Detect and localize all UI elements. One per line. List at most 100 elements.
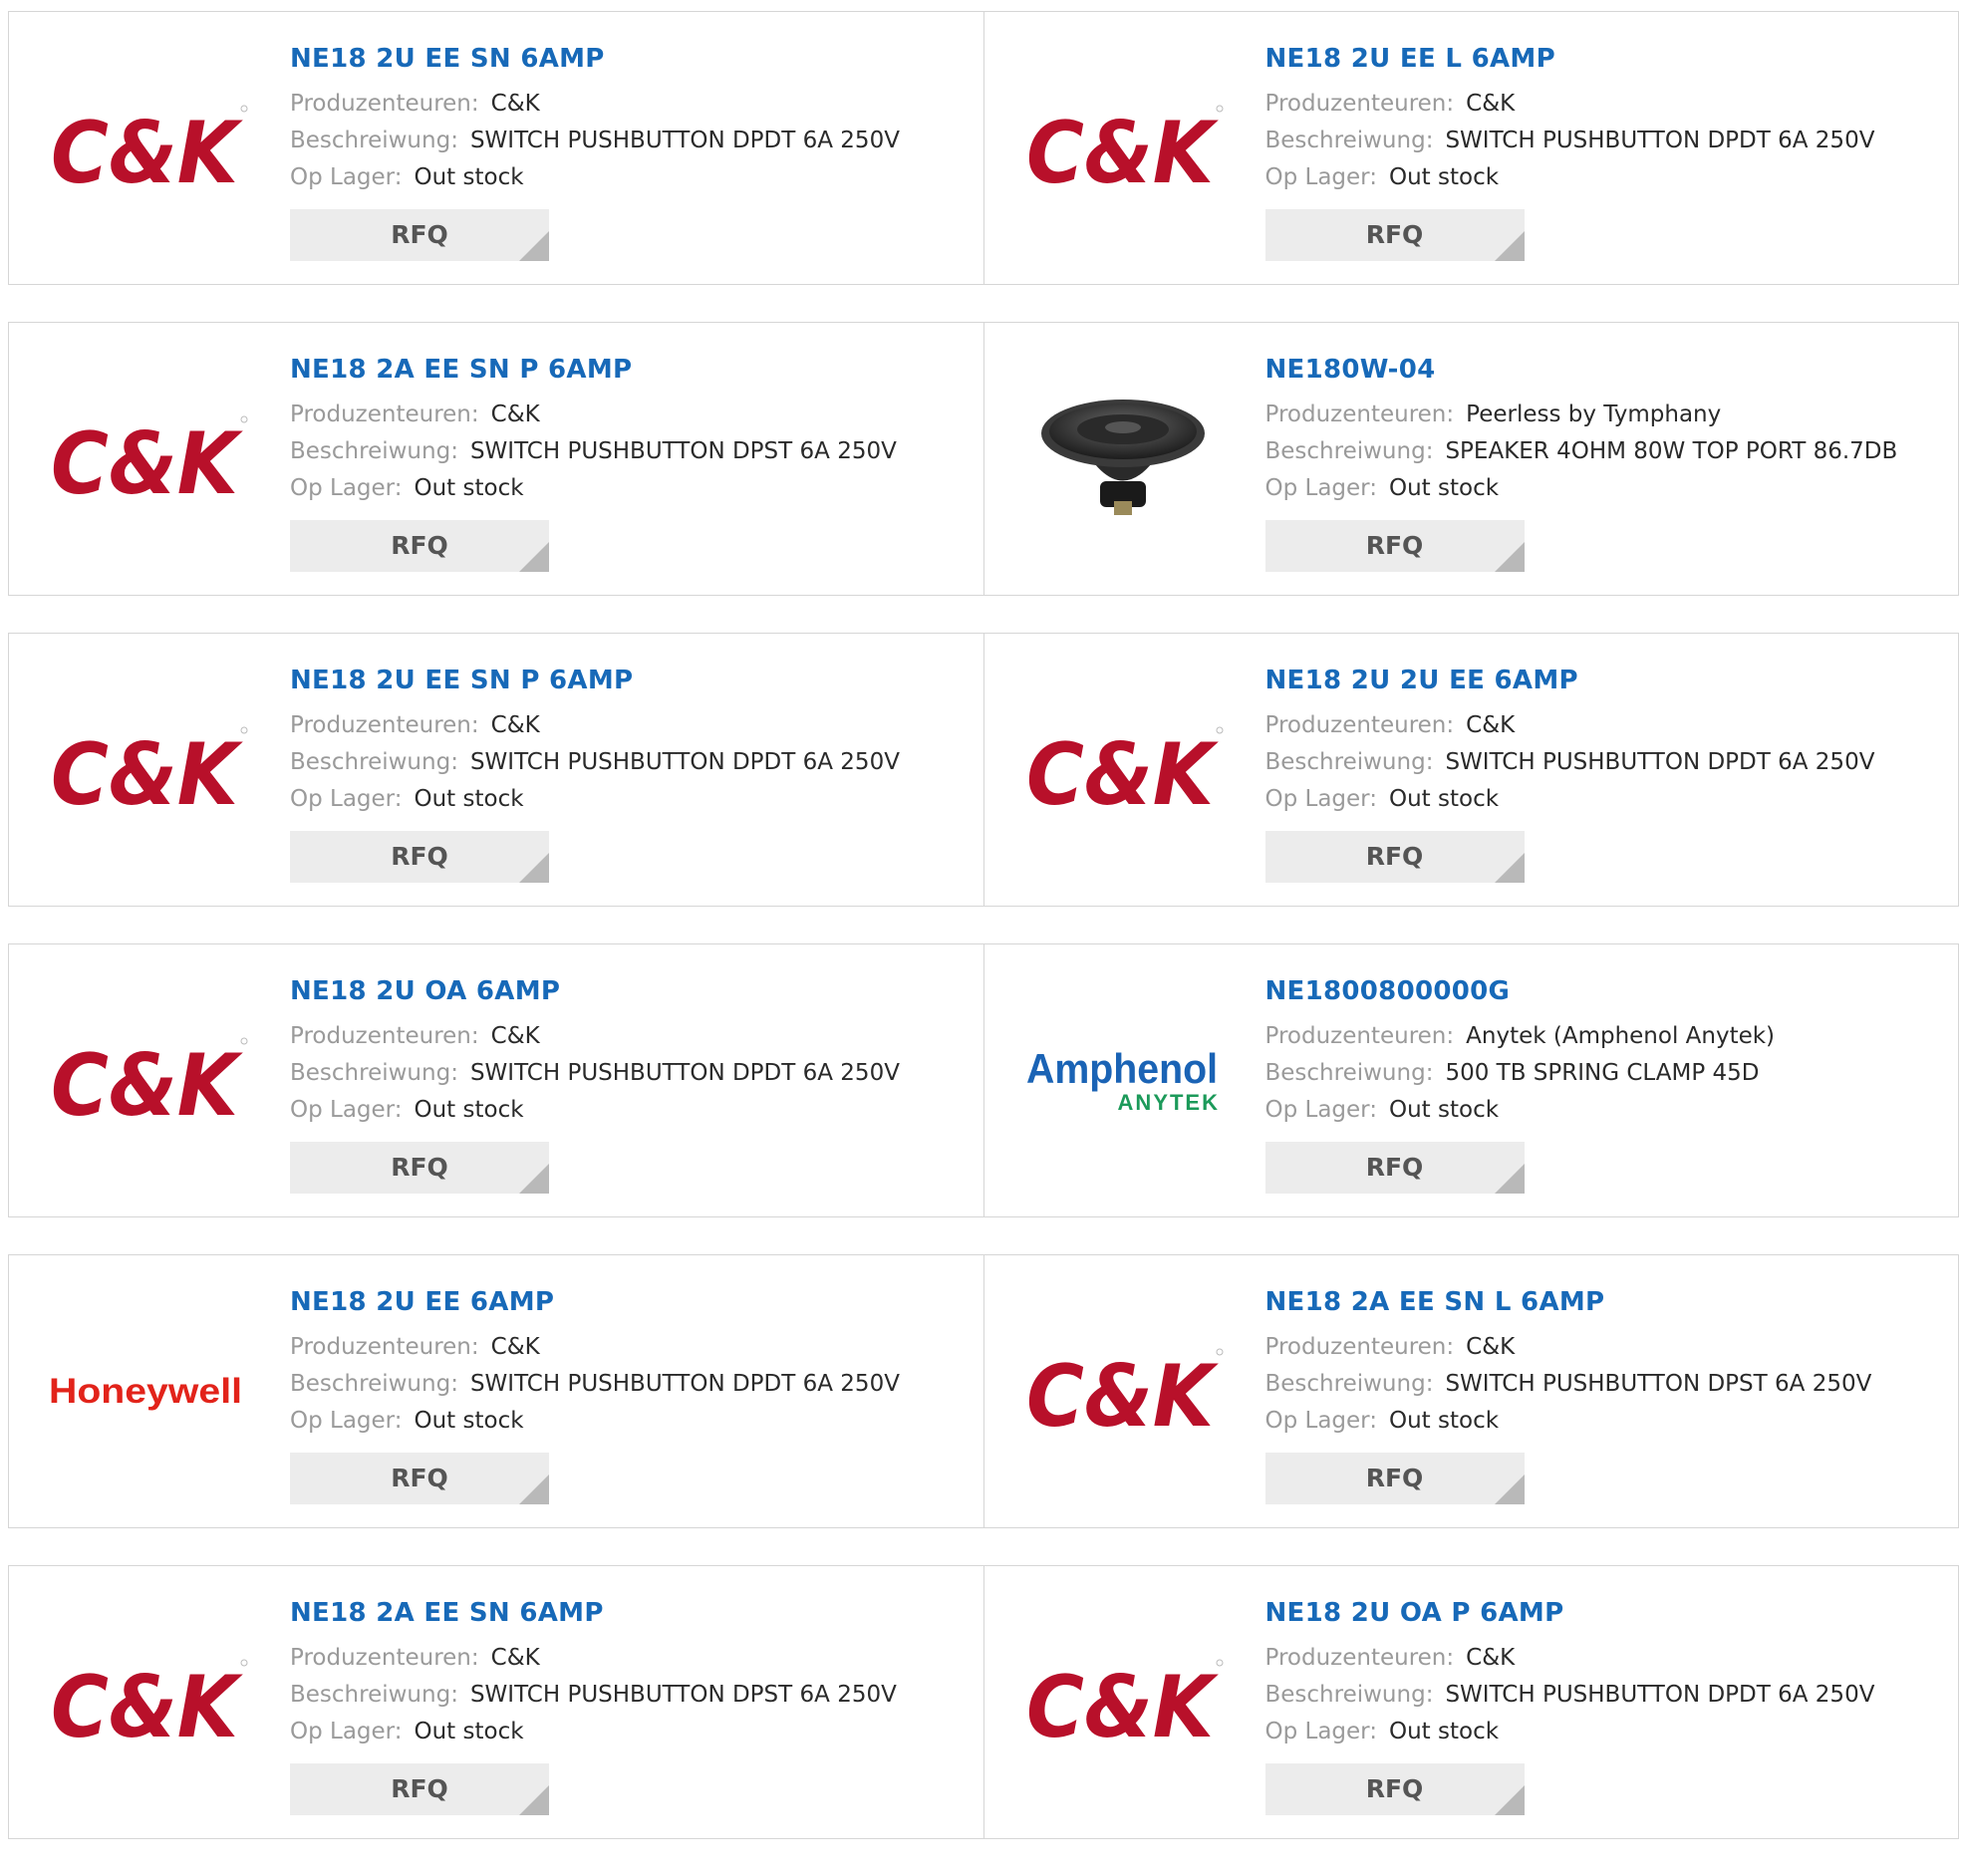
rfq-button[interactable]: RFQ bbox=[290, 520, 549, 572]
stock-row: Op Lager: Out stock bbox=[290, 470, 974, 507]
manufacturer-value: C&K bbox=[1466, 91, 1516, 117]
product-info: NE18 2A EE SN P 6AMP Produzenteuren: C&K … bbox=[290, 353, 974, 572]
rfq-label: RFQ bbox=[1365, 531, 1424, 560]
ck-logo-text: C&K bbox=[51, 1036, 243, 1135]
product-name-link[interactable]: NE18 2U EE SN 6AMP bbox=[290, 42, 974, 76]
ck-logo-text: C&K bbox=[1026, 1347, 1219, 1446]
description-label: Beschreiwung: bbox=[1264, 1371, 1434, 1397]
speaker-image[interactable] bbox=[1022, 379, 1224, 538]
manufacturer-logo[interactable]: C&K bbox=[1022, 1622, 1224, 1781]
manufacturer-value: C&K bbox=[1466, 712, 1516, 738]
product-name-link[interactable]: NE18 2U EE L 6AMP bbox=[1265, 42, 1949, 76]
rfq-button[interactable]: RFQ bbox=[1264, 1763, 1525, 1815]
product-name-link[interactable]: NE18 2U 2U EE 6AMP bbox=[1265, 664, 1949, 697]
rfq-button[interactable]: RFQ bbox=[1264, 1453, 1525, 1504]
description-row: Beschreiwung: SWITCH PUSHBUTTON DPDT 6A 2… bbox=[290, 1055, 974, 1092]
honeywell-logo-text: Honeywell bbox=[49, 1372, 242, 1411]
corner-fold-icon bbox=[519, 853, 549, 883]
rfq-button[interactable]: RFQ bbox=[290, 831, 549, 883]
description-value: SPEAKER 4OHM 80W TOP PORT 86.7DB bbox=[1445, 438, 1898, 464]
product-card: C&K NE18 2U EE L 6AMP Produzenteuren: C&K… bbox=[982, 12, 1959, 284]
ck-logo-text: C&K bbox=[1026, 1658, 1219, 1756]
manufacturer-logo[interactable]: C&K bbox=[1022, 689, 1224, 849]
product-grid: C&K NE18 2U EE SN 6AMP Produzenteuren: C&… bbox=[8, 11, 1959, 1876]
stock-label: Op Lager: bbox=[290, 475, 403, 501]
product-card: Amphenol ANYTEK NE1800800000G Produzenteu… bbox=[982, 944, 1959, 1216]
rfq-label: RFQ bbox=[1365, 1774, 1424, 1803]
manufacturer-logo[interactable]: Amphenol ANYTEK bbox=[1022, 1000, 1224, 1160]
manufacturer-label: Produzenteuren: bbox=[1264, 1645, 1455, 1671]
manufacturer-row: Produzenteuren: C&K bbox=[290, 86, 974, 123]
product-info: NE18 2U EE SN 6AMP Produzenteuren: C&K Be… bbox=[290, 42, 974, 261]
description-value: SWITCH PUSHBUTTON DPDT 6A 250V bbox=[469, 128, 900, 153]
description-label: Beschreiwung: bbox=[1264, 1682, 1434, 1708]
product-name-link[interactable]: NE180W-04 bbox=[1265, 353, 1949, 387]
stock-label: Op Lager: bbox=[1264, 1408, 1377, 1434]
manufacturer-logo[interactable]: C&K bbox=[1022, 1311, 1224, 1471]
description-label: Beschreiwung: bbox=[1264, 438, 1434, 464]
description-value: SWITCH PUSHBUTTON DPST 6A 250V bbox=[469, 438, 897, 464]
description-label: Beschreiwung: bbox=[1264, 1060, 1434, 1086]
product-row: C&K NE18 2U EE SN 6AMP Produzenteuren: C&… bbox=[8, 11, 1959, 285]
rfq-button[interactable]: RFQ bbox=[290, 1453, 549, 1504]
manufacturer-value: C&K bbox=[1466, 1334, 1516, 1360]
description-label: Beschreiwung: bbox=[290, 749, 458, 775]
product-name-link[interactable]: NE18 2A EE SN P 6AMP bbox=[290, 353, 974, 387]
product-info: NE18 2U EE 6AMP Produzenteuren: C&K Besch… bbox=[290, 1285, 974, 1504]
description-row: Beschreiwung: SWITCH PUSHBUTTON DPDT 6A 2… bbox=[1265, 744, 1949, 781]
description-value: SWITCH PUSHBUTTON DPDT 6A 250V bbox=[469, 749, 900, 775]
description-row: Beschreiwung: SWITCH PUSHBUTTON DPDT 6A 2… bbox=[290, 123, 974, 159]
corner-fold-icon bbox=[519, 1785, 549, 1815]
rfq-button[interactable]: RFQ bbox=[1264, 831, 1525, 883]
rfq-button[interactable]: RFQ bbox=[290, 1142, 549, 1194]
stock-row: Op Lager: Out stock bbox=[290, 1092, 974, 1129]
stock-value: Out stock bbox=[1388, 475, 1500, 501]
product-name-link[interactable]: NE18 2U OA P 6AMP bbox=[1265, 1596, 1949, 1630]
manufacturer-logo[interactable]: C&K bbox=[47, 1622, 248, 1781]
stock-value: Out stock bbox=[414, 1097, 524, 1123]
stock-value: Out stock bbox=[414, 786, 524, 812]
rfq-button[interactable]: RFQ bbox=[1264, 520, 1525, 572]
rfq-button[interactable]: RFQ bbox=[1264, 1142, 1525, 1194]
stock-row: Op Lager: Out stock bbox=[290, 159, 974, 196]
product-card: C&K NE18 2U OA 6AMP Produzenteuren: C&K B… bbox=[9, 944, 983, 1216]
corner-fold-icon bbox=[519, 231, 549, 261]
manufacturer-logo[interactable]: C&K bbox=[47, 1000, 248, 1160]
description-value: 500 TB SPRING CLAMP 45D bbox=[1445, 1060, 1760, 1086]
manufacturer-logo[interactable]: C&K bbox=[47, 379, 248, 538]
description-label: Beschreiwung: bbox=[290, 128, 458, 153]
description-value: SWITCH PUSHBUTTON DPDT 6A 250V bbox=[1445, 749, 1875, 775]
description-value: SWITCH PUSHBUTTON DPDT 6A 250V bbox=[1445, 128, 1875, 153]
corner-fold-icon bbox=[1494, 1164, 1525, 1194]
description-label: Beschreiwung: bbox=[1264, 128, 1434, 153]
rfq-button[interactable]: RFQ bbox=[1264, 209, 1525, 261]
product-name-link[interactable]: NE18 2U OA 6AMP bbox=[290, 974, 974, 1008]
product-name-link[interactable]: NE18 2U EE SN P 6AMP bbox=[290, 664, 974, 697]
ck-logo-text: C&K bbox=[1026, 104, 1219, 202]
product-name-link[interactable]: NE18 2A EE SN 6AMP bbox=[290, 1596, 974, 1630]
stock-value: Out stock bbox=[414, 1408, 524, 1434]
rfq-label: RFQ bbox=[391, 1774, 448, 1803]
corner-fold-icon bbox=[519, 1474, 549, 1504]
product-name-link[interactable]: NE1800800000G bbox=[1265, 974, 1949, 1008]
description-value: SWITCH PUSHBUTTON DPST 6A 250V bbox=[469, 1682, 897, 1708]
rfq-button[interactable]: RFQ bbox=[290, 1763, 549, 1815]
description-value: SWITCH PUSHBUTTON DPDT 6A 250V bbox=[1445, 1682, 1875, 1708]
manufacturer-row: Produzenteuren: C&K bbox=[290, 707, 974, 744]
stock-label: Op Lager: bbox=[1264, 1719, 1377, 1744]
manufacturer-row: Produzenteuren: C&K bbox=[1265, 707, 1949, 744]
manufacturer-value: C&K bbox=[490, 712, 540, 738]
manufacturer-logo[interactable]: C&K bbox=[1022, 68, 1224, 227]
manufacturer-label: Produzenteuren: bbox=[290, 1334, 479, 1360]
product-card: Honeywell NE18 2U EE 6AMP Produzenteuren… bbox=[9, 1255, 983, 1527]
stock-row: Op Lager: Out stock bbox=[290, 1714, 974, 1750]
manufacturer-logo[interactable]: C&K bbox=[47, 68, 248, 227]
ck-logo-text: C&K bbox=[51, 725, 243, 824]
manufacturer-logo[interactable]: Honeywell bbox=[47, 1311, 248, 1471]
product-info: NE18 2A EE SN 6AMP Produzenteuren: C&K Be… bbox=[290, 1596, 974, 1815]
product-name-link[interactable]: NE18 2U EE 6AMP bbox=[290, 1285, 974, 1319]
rfq-button[interactable]: RFQ bbox=[290, 209, 549, 261]
product-name-link[interactable]: NE18 2A EE SN L 6AMP bbox=[1265, 1285, 1949, 1319]
manufacturer-label: Produzenteuren: bbox=[290, 1645, 479, 1671]
manufacturer-logo[interactable]: C&K bbox=[47, 689, 248, 849]
